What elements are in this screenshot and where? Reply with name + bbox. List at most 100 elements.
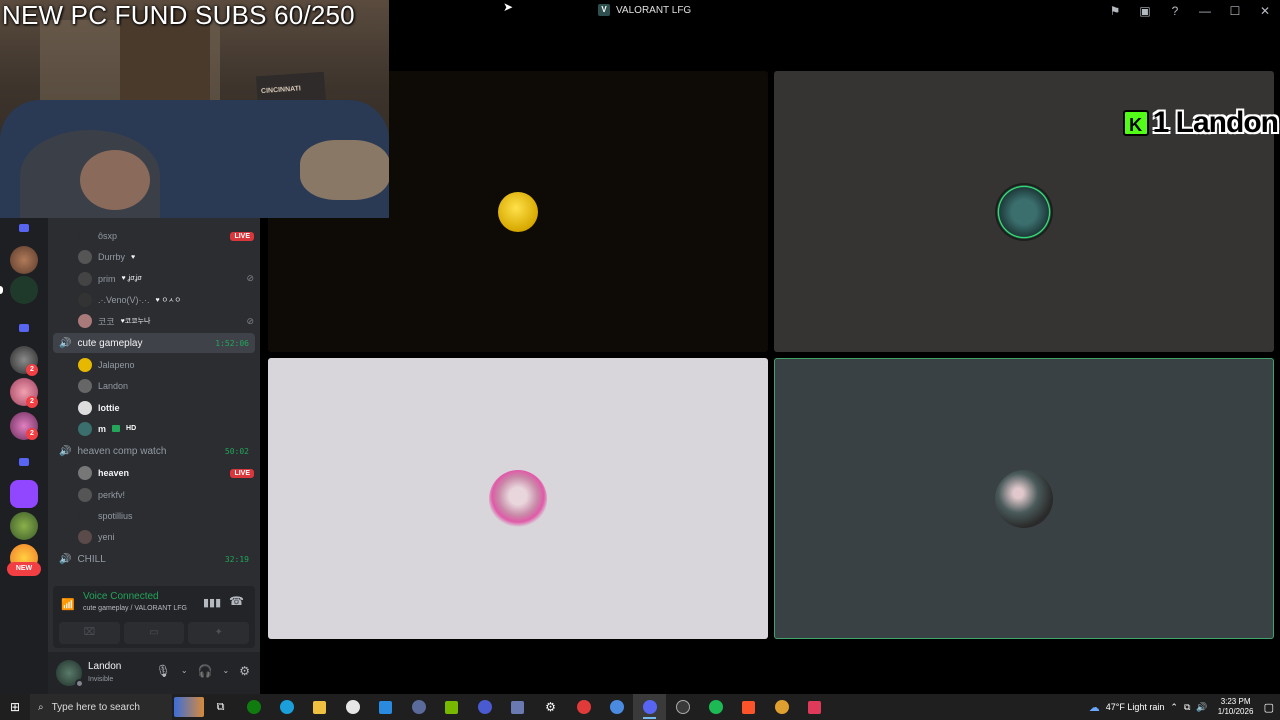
- folder-icon[interactable]: [19, 458, 29, 466]
- voice-user[interactable]: lottie: [78, 398, 254, 418]
- voice-user-name: yeni: [98, 532, 115, 543]
- chevron-down-icon[interactable]: ⌄: [181, 664, 188, 678]
- search-highlight-icon[interactable]: [174, 697, 204, 717]
- calculator-icon[interactable]: [501, 694, 534, 720]
- spotify-icon[interactable]: [699, 694, 732, 720]
- folder-icon[interactable]: [19, 224, 29, 232]
- voice-channel[interactable]: 🔊 cute gameplay 1:52:06: [53, 333, 255, 353]
- camera-button[interactable]: ⌧: [59, 622, 120, 644]
- channel-timer: 50:02: [224, 446, 249, 456]
- disconnect-icon[interactable]: ☎: [229, 594, 244, 608]
- close-icon[interactable]: ✕: [1250, 4, 1280, 18]
- voice-user[interactable]: 코코 ♥코코누나 ⊘: [78, 311, 254, 331]
- username[interactable]: Landon: [88, 661, 121, 672]
- discord-icon[interactable]: [633, 694, 666, 720]
- nvidia-icon[interactable]: [435, 694, 468, 720]
- chevron-up-icon[interactable]: ⌃: [1170, 702, 1178, 713]
- settings-icon[interactable]: ⚙: [239, 664, 250, 678]
- voice-user[interactable]: Jalapeno: [78, 355, 254, 375]
- voice-user[interactable]: .·.Veno(V)·.·. ♥ ㅇㅅㅇ: [78, 290, 254, 310]
- server-icon[interactable]: [10, 246, 38, 274]
- store-icon[interactable]: [369, 694, 402, 720]
- settings-icon[interactable]: ⚙: [534, 694, 567, 720]
- avatar: [78, 379, 92, 394]
- voice-user[interactable]: heaven LIVE: [78, 463, 254, 483]
- voice-user-name: Landon: [98, 381, 129, 392]
- chrome-icon[interactable]: [600, 694, 633, 720]
- media-player-icon[interactable]: [468, 694, 501, 720]
- mention-badge: 2: [26, 396, 38, 408]
- app-icon[interactable]: [402, 694, 435, 720]
- chevron-down-icon[interactable]: ⌄: [223, 664, 230, 678]
- file-explorer-icon[interactable]: [303, 694, 336, 720]
- notification-icon[interactable]: ▢: [1264, 701, 1274, 714]
- voice-user[interactable]: ôsxp LIVE: [78, 226, 254, 246]
- xbox-icon[interactable]: [237, 694, 270, 720]
- voice-channel[interactable]: 🔊 CHILL 32:19: [53, 549, 255, 569]
- app-icon[interactable]: [567, 694, 600, 720]
- flag-icon[interactable]: ⚑: [1100, 4, 1130, 18]
- chrome-icon[interactable]: [765, 694, 798, 720]
- mention-badge: 2: [26, 428, 38, 440]
- windows-start-icon[interactable]: ⊞: [0, 700, 30, 714]
- window-title-text: VALORANT LFG: [616, 4, 692, 16]
- muted-icon: ⊘: [246, 315, 254, 326]
- taskbar-clock[interactable]: 3:23 PM 1/10/2026: [1214, 697, 1258, 717]
- server-icon[interactable]: [10, 512, 38, 540]
- taskbar-search[interactable]: ⌕ Type here to search: [30, 694, 172, 720]
- windows-taskbar: ⊞ ⌕ Type here to search ⧉ ⚙ ☁ 47°F Light…: [0, 694, 1280, 720]
- app-icon[interactable]: [798, 694, 831, 720]
- voice-user[interactable]: Landon: [78, 376, 254, 396]
- video-tile-lottie[interactable]: [268, 358, 768, 639]
- network-icon[interactable]: ⧉: [1184, 702, 1190, 713]
- headphones-icon[interactable]: 🎧: [198, 664, 213, 678]
- voice-user[interactable]: Durrby ♥: [78, 247, 254, 267]
- avatar: [78, 466, 92, 481]
- voice-user-name: Jalapeno: [98, 360, 135, 370]
- search-placeholder: Type here to search: [51, 701, 140, 713]
- folder-icon[interactable]: [19, 324, 29, 332]
- voice-user[interactable]: m HD: [78, 419, 254, 439]
- help-icon[interactable]: ?: [1160, 4, 1190, 18]
- voice-user[interactable]: prim ♥ ʝσʝσ ⊘: [78, 269, 254, 289]
- video-tile-landon[interactable]: [774, 358, 1274, 639]
- voice-user[interactable]: perkfv!: [78, 485, 254, 505]
- lfg-server-icon[interactable]: [10, 276, 38, 304]
- avatar: [78, 229, 92, 243]
- voice-channel[interactable]: 🔊 heaven comp watch 50:02: [53, 441, 255, 461]
- channel-list: ôsxp LIVE Durrby ♥ prim ♥ ʝσʝσ ⊘ .·.Veno(V)·.·.…: [48, 218, 260, 584]
- speaker-icon: 🔊: [59, 337, 72, 349]
- channel-timer: 32:19: [224, 554, 249, 564]
- microphone-icon[interactable]: 🎙: [156, 664, 171, 678]
- brave-icon[interactable]: [732, 694, 765, 720]
- avatar: [995, 182, 1053, 241]
- avatar: [78, 358, 92, 372]
- twitch-server-icon[interactable]: [10, 480, 38, 508]
- voice-location[interactable]: cute gameplay / VALORANT LFG: [83, 605, 187, 612]
- activities-button[interactable]: ✦: [188, 622, 250, 644]
- maximize-icon[interactable]: ☐: [1220, 4, 1250, 18]
- edge-icon[interactable]: [270, 694, 303, 720]
- app-icon[interactable]: [666, 694, 699, 720]
- voice-user[interactable]: yeni: [78, 527, 254, 547]
- kick-logo-icon: K: [1122, 110, 1149, 136]
- inbox-icon[interactable]: ▣: [1130, 4, 1160, 18]
- screen-share-button[interactable]: ▭: [123, 622, 185, 644]
- mouse-cursor-icon: ➤: [503, 0, 514, 14]
- obs-icon[interactable]: [336, 694, 369, 720]
- server-rail: 2 2 2 NEW: [0, 218, 48, 694]
- minimize-icon[interactable]: —: [1190, 4, 1220, 18]
- live-badge: LIVE: [230, 468, 254, 478]
- weather-text[interactable]: 47°F Light rain: [1106, 702, 1165, 712]
- task-view-icon[interactable]: ⧉: [204, 694, 237, 720]
- signal-icon[interactable]: 📶: [61, 598, 75, 611]
- speaker-icon[interactable]: 🔊: [1196, 702, 1207, 713]
- voice-user-name: lottie: [98, 402, 120, 413]
- voice-user-name: .·.Veno(V)·.·.: [98, 294, 150, 305]
- noise-suppression-icon[interactable]: ▮▮▮: [203, 596, 221, 609]
- voice-user[interactable]: spotillius: [78, 506, 254, 526]
- weather-icon[interactable]: ☁: [1089, 701, 1100, 714]
- avatar: [78, 421, 92, 436]
- voice-status[interactable]: Voice Connected: [83, 591, 159, 602]
- mention-badge: 2: [26, 364, 38, 376]
